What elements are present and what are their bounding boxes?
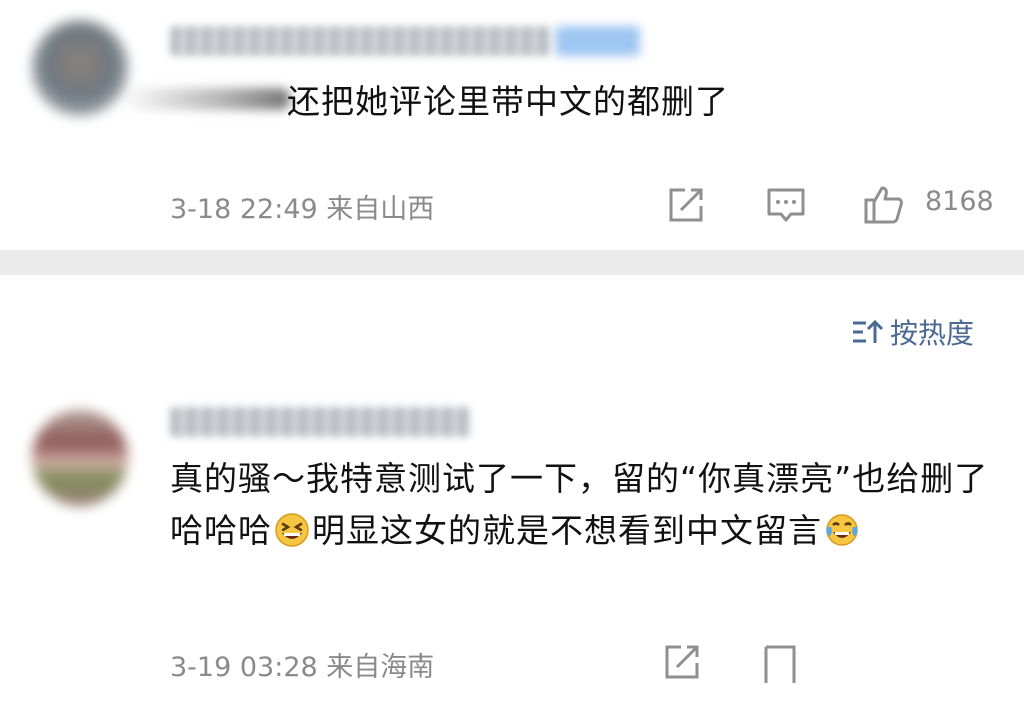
reply-icon[interactable] <box>760 641 802 683</box>
comment-item: 还把她评论里带中文的都删了 3-18 22:49 来自山西 8168 <box>0 0 1024 250</box>
sort-label: 按热度 <box>890 317 975 350</box>
username-redacted[interactable] <box>170 407 470 437</box>
like-icon[interactable] <box>862 182 904 224</box>
comment-meta: 3-19 03:28 来自海南 <box>170 652 435 683</box>
user-badge <box>555 26 640 56</box>
comment-text-part2: 明显这女的就是不想看到中文留言 <box>312 511 822 550</box>
avatar[interactable] <box>32 410 128 506</box>
tears-of-joy-emoji <box>826 514 858 546</box>
sort-icon <box>853 319 884 343</box>
comment-meta: 3-18 22:49 来自山西 <box>170 194 435 225</box>
grin-emoji <box>275 513 309 547</box>
username-redacted[interactable] <box>170 26 550 56</box>
sort-by-heat-button[interactable]: 按热度 <box>850 312 974 352</box>
redaction-smudge <box>120 88 290 110</box>
comment-text: 还把她评论里带中文的都删了 <box>287 82 729 121</box>
section-divider <box>0 250 1024 275</box>
share-icon[interactable] <box>661 641 703 683</box>
share-icon[interactable] <box>665 184 707 226</box>
avatar[interactable] <box>32 20 128 116</box>
comment-feed: 还把她评论里带中文的都删了 3-18 22:49 来自山西 8168 按热度 真… <box>0 0 1024 717</box>
comment-text: 真的骚～我特意测试了一下，留的“你真漂亮”也给删了哈哈哈 明显这女的就是不想看到… <box>170 453 1000 557</box>
reply-icon[interactable] <box>765 184 807 226</box>
like-count: 8168 <box>925 186 994 217</box>
comment-item: 真的骚～我特意测试了一下，留的“你真漂亮”也给删了哈哈哈 明显这女的就是不想看到… <box>0 385 1024 717</box>
